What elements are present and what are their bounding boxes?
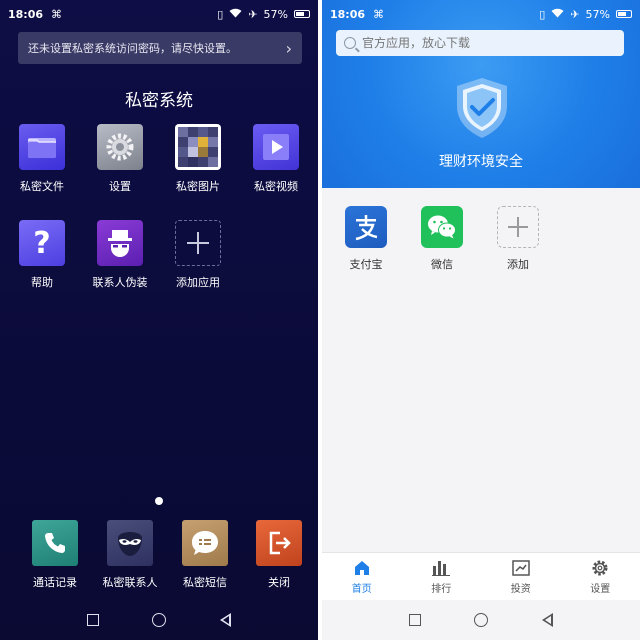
- back-button[interactable]: [542, 613, 554, 627]
- vibrate-icon: ▯: [217, 7, 224, 21]
- battery-icon: [294, 10, 310, 18]
- app-label: 通话记录: [33, 576, 77, 589]
- gear-icon: [570, 559, 630, 577]
- home-button[interactable]: [474, 613, 489, 627]
- spy-disguise-icon: [97, 220, 143, 266]
- app-contact-disguise[interactable]: 联系人伪装: [86, 220, 154, 290]
- app-label: 支付宝: [349, 258, 383, 271]
- notification-icon: ⌘: [373, 7, 385, 21]
- app-label: 私密联系人: [102, 576, 158, 589]
- battery-icon: [616, 10, 632, 18]
- finance-app-screen: 18:06 ⌘ ▯ ✈ 57% 理财环境安全: [322, 0, 640, 640]
- security-hero: 18:06 ⌘ ▯ ✈ 57% 理财环境安全: [322, 0, 640, 188]
- password-notice-banner[interactable]: 还未设置私密系统访问密码，请尽快设置。 ›: [18, 32, 302, 64]
- tab-ranking[interactable]: 排行: [411, 559, 471, 595]
- app-label: 微信: [431, 258, 453, 271]
- app-private-pictures[interactable]: 私密图片: [164, 124, 232, 194]
- battery-percent: 57%: [263, 7, 288, 21]
- plus-icon: [497, 206, 539, 248]
- vibrate-icon: ▯: [539, 7, 546, 21]
- status-bar: 18:06 ⌘ ▯ ✈ 57%: [322, 0, 640, 28]
- private-system-screen: 18:06 ⌘ ▯ ✈ 57% 还未设置私密系统访问密码，请尽快设置。 › 私密…: [0, 0, 318, 640]
- home-button[interactable]: [152, 613, 167, 627]
- tab-label: 排行: [431, 583, 452, 595]
- gear-icon: [97, 124, 143, 170]
- battery-percent: 57%: [585, 7, 610, 21]
- tab-settings[interactable]: 设置: [570, 559, 630, 595]
- app-help[interactable]: ? 帮助: [8, 220, 76, 290]
- chevron-right-icon: ›: [285, 38, 292, 58]
- home-icon: [332, 559, 392, 577]
- back-button[interactable]: [220, 613, 232, 627]
- security-status-label: 理财环境安全: [439, 154, 523, 170]
- app-label: 设置: [109, 180, 131, 193]
- app-private-video[interactable]: 私密视频: [242, 124, 310, 194]
- mosaic-image-icon: [175, 124, 221, 170]
- wifi-icon: [551, 8, 564, 21]
- app-label: 添加应用: [176, 276, 220, 289]
- app-label: 添加: [507, 258, 529, 271]
- recents-button[interactable]: [86, 614, 99, 626]
- wechat-icon: [421, 206, 463, 248]
- bottom-tab-bar: 首页 排行 投资 设置: [322, 552, 640, 600]
- app-label: 私密图片: [176, 180, 220, 193]
- alipay-icon: [345, 206, 387, 248]
- app-add[interactable]: 添加: [488, 206, 548, 272]
- tab-invest[interactable]: 投资: [491, 559, 551, 595]
- folder-icon: [19, 124, 65, 170]
- tab-home[interactable]: 首页: [332, 559, 392, 595]
- search-input[interactable]: [362, 36, 602, 50]
- app-call-log[interactable]: 通话记录: [21, 520, 89, 590]
- notification-icon: ⌘: [51, 7, 63, 21]
- notice-text: 还未设置私密系统访问密码，请尽快设置。: [28, 42, 237, 55]
- search-bar[interactable]: [336, 30, 624, 56]
- app-settings[interactable]: 设置: [86, 124, 154, 194]
- wifi-icon: [229, 8, 242, 21]
- recents-button[interactable]: [408, 614, 421, 626]
- tab-label: 首页: [351, 583, 372, 595]
- tab-label: 投资: [510, 583, 531, 595]
- app-label: 帮助: [31, 276, 53, 289]
- page-title: 私密系统: [125, 91, 193, 111]
- message-bubble-icon: [182, 520, 228, 566]
- app-private-files[interactable]: 私密文件: [8, 124, 76, 194]
- page-indicator-dot: [155, 497, 163, 505]
- system-navigation-bar: [0, 600, 318, 640]
- app-close[interactable]: 关闭: [245, 520, 313, 590]
- plus-icon: [175, 220, 221, 266]
- app-label: 私密视频: [254, 180, 298, 193]
- app-label: 私密短信: [183, 576, 227, 589]
- exit-icon: [256, 520, 302, 566]
- trend-chart-icon: [491, 559, 551, 577]
- status-time: 18:06: [8, 7, 44, 21]
- app-label: 私密文件: [20, 180, 64, 193]
- app-label: 联系人伪装: [92, 276, 148, 289]
- phone-icon: [32, 520, 78, 566]
- system-navigation-bar: [322, 600, 640, 640]
- app-add-application[interactable]: 添加应用: [164, 220, 232, 290]
- app-private-sms[interactable]: 私密短信: [171, 520, 239, 590]
- airplane-icon: ✈: [570, 7, 580, 21]
- play-video-icon: [253, 124, 299, 170]
- tab-label: 设置: [590, 583, 611, 595]
- bar-chart-icon: [411, 559, 471, 577]
- search-icon: [344, 37, 356, 49]
- masked-person-icon: [107, 520, 153, 566]
- status-bar: 18:06 ⌘ ▯ ✈ 57%: [0, 0, 318, 28]
- app-label: 关闭: [268, 576, 290, 589]
- app-wechat[interactable]: 微信: [412, 206, 472, 272]
- question-mark-icon: ?: [19, 220, 65, 266]
- shield-check-icon: [453, 76, 511, 140]
- airplane-icon: ✈: [248, 7, 258, 21]
- app-private-contacts[interactable]: 私密联系人: [96, 520, 164, 590]
- app-alipay[interactable]: 支付宝: [336, 206, 396, 272]
- status-time: 18:06: [330, 7, 366, 21]
